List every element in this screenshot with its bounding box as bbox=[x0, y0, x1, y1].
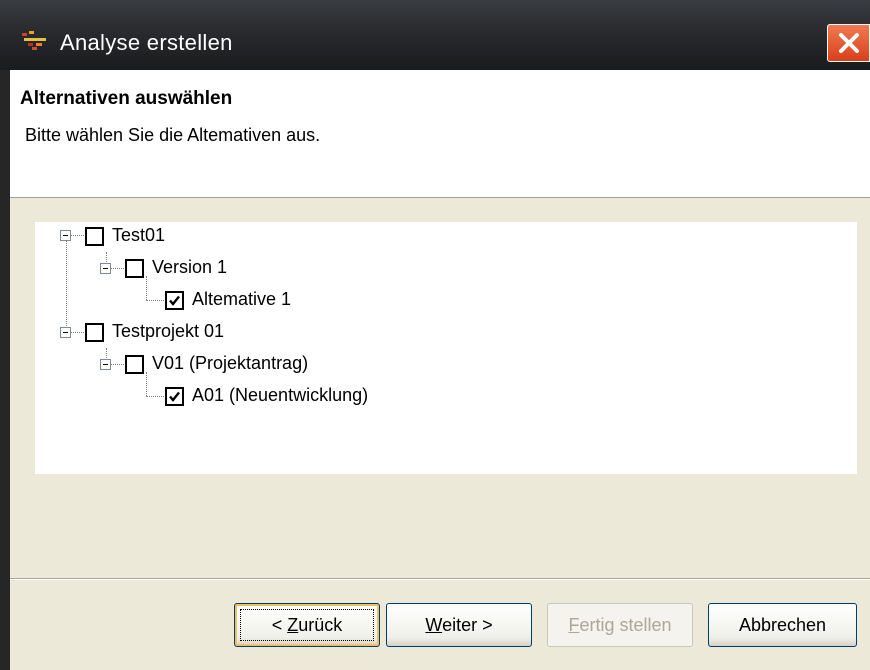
title-bar[interactable]: Analyse erstellen bbox=[0, 0, 870, 70]
tree-line bbox=[146, 300, 166, 301]
checkbox-testprojekt-01[interactable] bbox=[85, 323, 104, 342]
window-left-border bbox=[0, 70, 10, 670]
collapse-icon[interactable] bbox=[60, 327, 71, 338]
finish-button[interactable]: Fertig stellen bbox=[547, 603, 693, 647]
cancel-button[interactable]: Abbrechen bbox=[708, 603, 857, 647]
wizard-header: Alternativen auswählen Bitte wählen Sie … bbox=[10, 70, 870, 198]
page-title: Alternativen auswählen bbox=[20, 88, 233, 109]
tree-line bbox=[146, 396, 166, 397]
collapse-icon[interactable] bbox=[100, 263, 111, 274]
focus-rectangle bbox=[240, 609, 374, 641]
tree-node-v01[interactable]: V01 (Projektantrag) bbox=[152, 353, 308, 374]
wizard-content: Test01 Version 1 Altemative 1 Testprojek… bbox=[10, 198, 870, 578]
checkbox-version-1[interactable] bbox=[125, 259, 144, 278]
collapse-icon[interactable] bbox=[100, 359, 111, 370]
window-title: Analyse erstellen bbox=[60, 30, 233, 55]
button-separator bbox=[10, 578, 870, 580]
checkbox-altemative-1[interactable] bbox=[165, 291, 184, 310]
back-button[interactable]: < Zurück bbox=[234, 603, 380, 647]
tree-node-test01[interactable]: Test01 bbox=[112, 225, 165, 246]
tree-line bbox=[146, 372, 147, 396]
page-description: Bitte wählen Sie die Altemativen aus. bbox=[25, 125, 321, 145]
alternatives-tree[interactable]: Test01 Version 1 Altemative 1 Testprojek… bbox=[35, 222, 857, 474]
tree-node-testprojekt-01[interactable]: Testprojekt 01 bbox=[112, 321, 224, 342]
collapse-icon[interactable] bbox=[60, 230, 71, 241]
next-button-label: Weiter > bbox=[425, 614, 493, 635]
tree-node-version-1[interactable]: Version 1 bbox=[152, 257, 227, 278]
tree-line bbox=[66, 240, 67, 336]
close-button[interactable] bbox=[827, 24, 870, 62]
next-button[interactable]: Weiter > bbox=[386, 603, 532, 647]
checkbox-a01[interactable] bbox=[165, 387, 184, 406]
tree-line bbox=[146, 276, 147, 300]
checkmark-icon bbox=[169, 391, 180, 402]
cancel-button-label: Abbrechen bbox=[738, 614, 827, 635]
checkbox-test01[interactable] bbox=[85, 227, 104, 246]
finish-button-label: Fertig stellen bbox=[568, 614, 672, 635]
checkmark-icon bbox=[169, 295, 180, 306]
tree-node-altemative-1[interactable]: Altemative 1 bbox=[192, 289, 291, 310]
checkbox-v01[interactable] bbox=[125, 355, 144, 374]
close-icon bbox=[838, 33, 859, 53]
tree-node-a01[interactable]: A01 (Neuentwicklung) bbox=[192, 385, 368, 406]
app-icon bbox=[22, 31, 46, 50]
